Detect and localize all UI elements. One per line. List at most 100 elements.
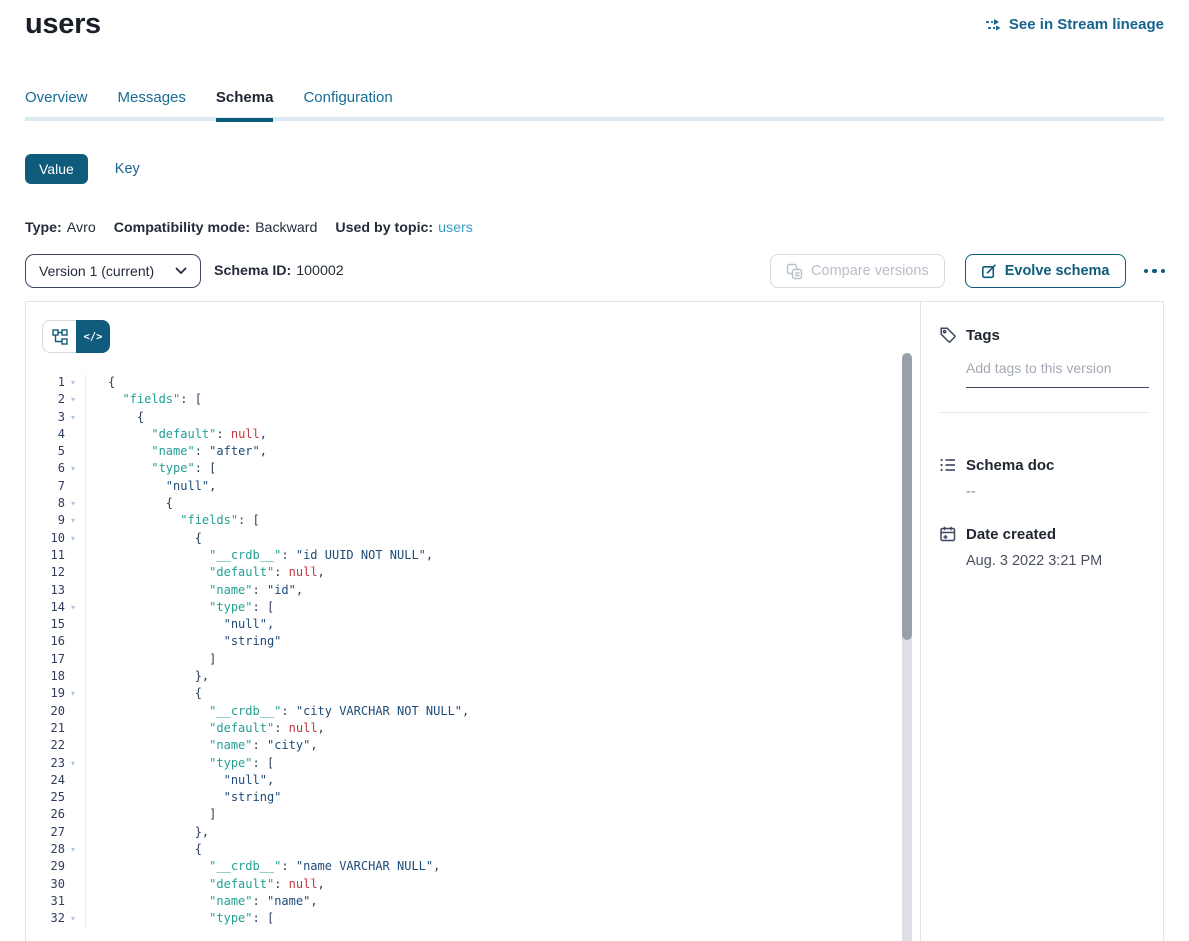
tab-underline [25, 117, 1164, 121]
fold-gutter [65, 478, 86, 495]
code-line: 23▾ "type": [ [26, 755, 896, 772]
fold-toggle[interactable]: ▾ [65, 755, 86, 772]
line-number: 5 [26, 443, 65, 460]
scrollbar-thumb[interactable] [902, 353, 912, 640]
code-line: 21 "default": null, [26, 720, 896, 737]
compare-versions-label: Compare versions [811, 263, 929, 279]
code-line: 15 "null", [26, 616, 896, 633]
code-view-button[interactable]: </> [76, 320, 110, 353]
code-line: 25 "string" [26, 789, 896, 806]
code-text: "name": "name", [86, 893, 318, 910]
code-line: 3▾ { [26, 409, 896, 426]
line-number: 14 [26, 599, 65, 616]
code-line: 31 "name": "name", [26, 893, 896, 910]
code-text: ] [86, 806, 216, 823]
line-number: 29 [26, 858, 65, 875]
fold-gutter [65, 633, 86, 650]
date-created-value: Aug. 3 2022 3:21 PM [966, 553, 1149, 569]
fold-toggle[interactable]: ▾ [65, 409, 86, 426]
meta-topic: Used by topic:users [335, 220, 472, 236]
key-toggle-link[interactable]: Key [115, 161, 140, 177]
code-text: "__crdb__": "id UUID NOT NULL", [86, 547, 433, 564]
code-text: "fields": [ [86, 512, 260, 529]
version-select[interactable]: Version 1 (current) [25, 254, 201, 288]
tags-title: Tags [966, 327, 1000, 344]
fold-toggle[interactable]: ▾ [65, 512, 86, 529]
line-number: 21 [26, 720, 65, 737]
fold-toggle[interactable]: ▾ [65, 599, 86, 616]
line-number: 9 [26, 512, 65, 529]
line-number: 1 [26, 374, 65, 391]
code-line: 18 }, [26, 668, 896, 685]
code-line: 7 "null", [26, 478, 896, 495]
line-number: 32 [26, 910, 65, 927]
schema-meta: Type:Avro Compatibility mode:Backward Us… [25, 220, 473, 236]
line-number: 11 [26, 547, 65, 564]
fold-toggle[interactable]: ▾ [65, 391, 86, 408]
stream-lineage-link[interactable]: See in Stream lineage [985, 16, 1164, 33]
schema-doc-title: Schema doc [966, 457, 1054, 474]
code-text: { [86, 495, 173, 512]
code-line: 9▾ "fields": [ [26, 512, 896, 529]
code-text: "default": null, [86, 720, 325, 737]
tab-schema[interactable]: Schema [216, 89, 274, 119]
topic-link[interactable]: users [438, 220, 473, 236]
code-text: "__crdb__": "city VARCHAR NOT NULL", [86, 703, 469, 720]
code-text: "string" [86, 789, 281, 806]
compare-versions-button[interactable]: Compare versions [770, 254, 945, 288]
value-toggle-button[interactable]: Value [25, 154, 88, 184]
line-number: 15 [26, 616, 65, 633]
schema-editor: </> 1▾{2▾ "fields": [3▾ {4 "default": nu… [26, 302, 920, 941]
code-text: { [86, 685, 202, 702]
code-text: "name": "city", [86, 737, 318, 754]
code-line: 2▾ "fields": [ [26, 391, 896, 408]
code-line: 5 "name": "after", [26, 443, 896, 460]
fold-toggle[interactable]: ▾ [65, 530, 86, 547]
line-number: 17 [26, 651, 65, 668]
code-line: 12 "default": null, [26, 564, 896, 581]
line-number: 30 [26, 876, 65, 893]
line-number: 18 [26, 668, 65, 685]
code-text: ] [86, 651, 216, 668]
tab-messages[interactable]: Messages [118, 89, 186, 119]
line-number: 8 [26, 495, 65, 512]
fold-gutter [65, 426, 86, 443]
fold-gutter [65, 806, 86, 823]
stream-lineage-label: See in Stream lineage [1009, 16, 1164, 33]
line-number: 31 [26, 893, 65, 910]
line-number: 6 [26, 460, 65, 477]
code-line: 8▾ { [26, 495, 896, 512]
version-bar: Version 1 (current) Schema ID:100002 Com… [25, 254, 1167, 288]
code-line: 27 }, [26, 824, 896, 841]
tab-overview[interactable]: Overview [25, 89, 88, 119]
fold-gutter [65, 876, 86, 893]
code-text: "fields": [ [86, 391, 202, 408]
more-options-button[interactable] [1142, 263, 1168, 280]
code-text: "null", [86, 478, 216, 495]
fold-gutter [65, 789, 86, 806]
fold-toggle[interactable]: ▾ [65, 460, 86, 477]
tab-configuration[interactable]: Configuration [303, 89, 392, 119]
code-line: 1▾{ [26, 374, 896, 391]
tree-view-button[interactable] [42, 320, 76, 353]
line-number: 2 [26, 391, 65, 408]
code-text: "__crdb__": "name VARCHAR NULL", [86, 858, 440, 875]
schema-doc-section-header: Schema doc [939, 456, 1149, 474]
code-text: "name": "id", [86, 582, 303, 599]
add-tags-input[interactable] [966, 360, 1149, 388]
fold-toggle[interactable]: ▾ [65, 495, 86, 512]
doc-list-icon [939, 456, 957, 474]
evolve-schema-button[interactable]: Evolve schema [965, 254, 1126, 288]
code-view-icon: </> [84, 331, 103, 343]
fold-toggle[interactable]: ▾ [65, 685, 86, 702]
fold-toggle[interactable]: ▾ [65, 841, 86, 858]
fold-toggle[interactable]: ▾ [65, 374, 86, 391]
fold-gutter [65, 858, 86, 875]
compat-value: Backward [255, 220, 317, 236]
fold-toggle[interactable]: ▾ [65, 910, 86, 927]
stream-lineage-icon [985, 18, 1002, 32]
line-number: 7 [26, 478, 65, 495]
line-number: 3 [26, 409, 65, 426]
fold-gutter [65, 668, 86, 685]
code-text: "name": "after", [86, 443, 267, 460]
